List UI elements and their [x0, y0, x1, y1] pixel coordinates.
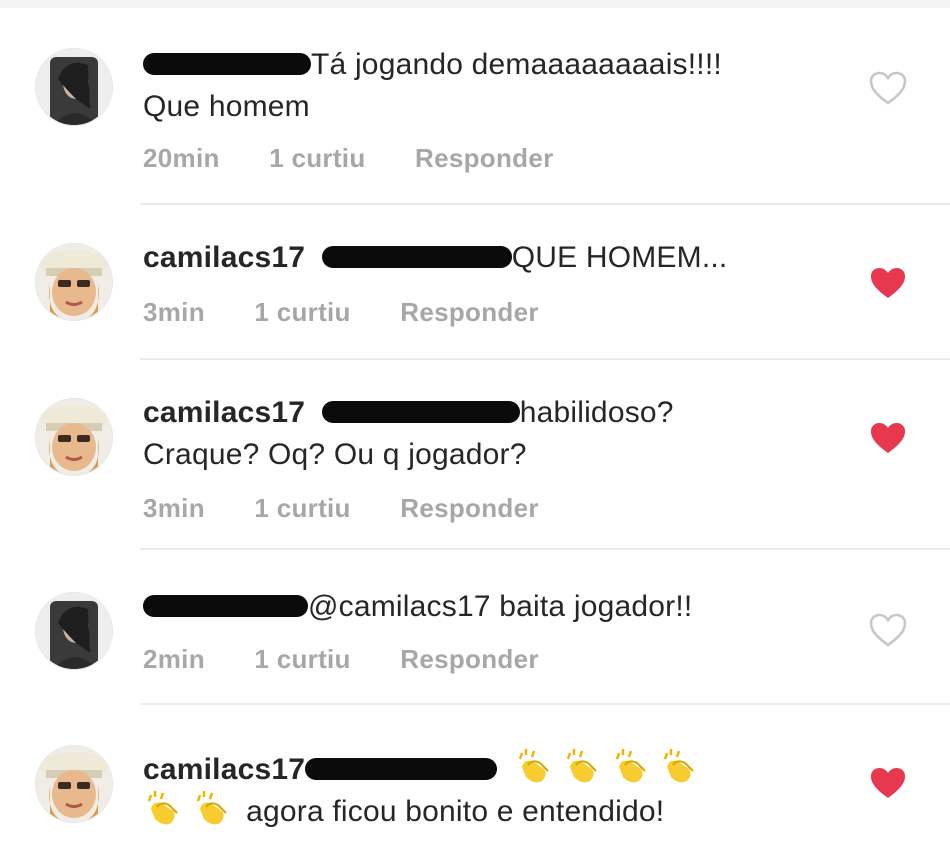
comment-text-line-1: @camilacs17 baita jogador!! — [308, 590, 693, 623]
comment-item: camilacs17 habilidoso? Craque? Oq? Ou q … — [0, 360, 950, 550]
comment-item: Tá jogando demaaaaaaaais!!!! Que homem 2… — [0, 0, 950, 205]
comment-item: camilacs17 QUE HOMEM... 3min 1 curtiu Re… — [0, 205, 950, 360]
avatar[interactable] — [35, 592, 113, 670]
comment-text-line-1: habilidoso? — [519, 396, 674, 429]
avatar[interactable] — [35, 745, 113, 823]
comment-text-line-2: Que homem — [143, 90, 310, 123]
heart-outline-icon[interactable] — [868, 70, 908, 106]
redacted-username — [143, 595, 308, 618]
comment-text-line-2: agora ficou bonito e entendido! — [246, 795, 665, 829]
comment-item: @camilacs17 baita jogador!! 2min 1 curti… — [0, 550, 950, 705]
heart-outline-icon[interactable] — [868, 612, 908, 648]
comment-time: 20min — [143, 143, 220, 173]
comment-username[interactable]: camilacs17 — [143, 396, 305, 429]
comment-text: camilacs17 QUE HOMEM... — [143, 237, 843, 279]
like-count-link[interactable]: 1 curtiu — [269, 143, 365, 174]
user-photo-icon — [36, 244, 112, 320]
clapping-hands-icon — [196, 791, 227, 825]
comment-meta: 3min 1 curtiu Responder — [143, 493, 539, 524]
heart-filled-icon[interactable] — [868, 765, 908, 801]
comment-meta: 3min 1 curtiu Responder — [143, 297, 539, 328]
comment-text: Tá jogando demaaaaaaaais!!!! Que homem — [143, 44, 843, 128]
comment-text-line-2: Craque? Oq? Ou q jogador? — [143, 438, 527, 471]
clapping-hands-emoji-group — [514, 749, 700, 786]
avatar[interactable] — [35, 48, 113, 126]
comment-text: camilacs17 agora ficou bonito e entendid… — [143, 749, 843, 833]
comment-meta: 2min 1 curtiu Responder — [143, 644, 539, 675]
redacted-username — [143, 53, 311, 76]
clapping-hands-icon — [615, 749, 646, 783]
comment-time: 2min — [143, 644, 205, 674]
user-photo-icon — [36, 399, 112, 475]
comment-item: camilacs17 agora ficou bonito e entendid… — [0, 705, 950, 845]
like-count-link[interactable]: 1 curtiu — [254, 493, 350, 524]
user-photo-icon — [36, 593, 112, 669]
heart-filled-icon[interactable] — [868, 420, 908, 456]
reply-button[interactable]: Responder — [400, 493, 539, 524]
avatar[interactable] — [35, 243, 113, 321]
comment-text-line-1: QUE HOMEM... — [511, 241, 728, 274]
comment-username[interactable]: camilacs17 — [143, 241, 305, 274]
avatar[interactable] — [35, 398, 113, 476]
reply-button[interactable]: Responder — [400, 297, 539, 328]
redacted-mention — [321, 246, 512, 269]
comment-text: @camilacs17 baita jogador!! — [143, 586, 843, 628]
user-photo-icon — [36, 49, 112, 125]
comment-time: 3min — [143, 297, 205, 327]
heart-filled-icon[interactable] — [868, 265, 908, 301]
comment-text: camilacs17 habilidoso? Craque? Oq? Ou q … — [143, 392, 843, 476]
comment-meta: 20min 1 curtiu Responder — [143, 143, 554, 174]
comment-username[interactable]: camilacs17 — [143, 753, 305, 786]
reply-button[interactable]: Responder — [400, 644, 539, 675]
user-photo-icon — [36, 746, 112, 822]
clapping-hands-icon — [518, 749, 549, 783]
redacted-mention — [305, 758, 498, 781]
clapping-hands-icon — [147, 791, 178, 825]
like-count-link[interactable]: 1 curtiu — [254, 644, 350, 675]
redacted-mention — [321, 401, 520, 424]
comment-time: 3min — [143, 493, 205, 523]
clapping-hands-icon — [567, 749, 597, 783]
like-count-link[interactable]: 1 curtiu — [254, 297, 350, 328]
clapping-hands-emoji-group — [143, 791, 240, 828]
comment-text-line-1: Tá jogando demaaaaaaaais!!!! — [311, 48, 722, 81]
reply-button[interactable]: Responder — [415, 143, 554, 174]
clapping-hands-icon — [664, 749, 695, 783]
